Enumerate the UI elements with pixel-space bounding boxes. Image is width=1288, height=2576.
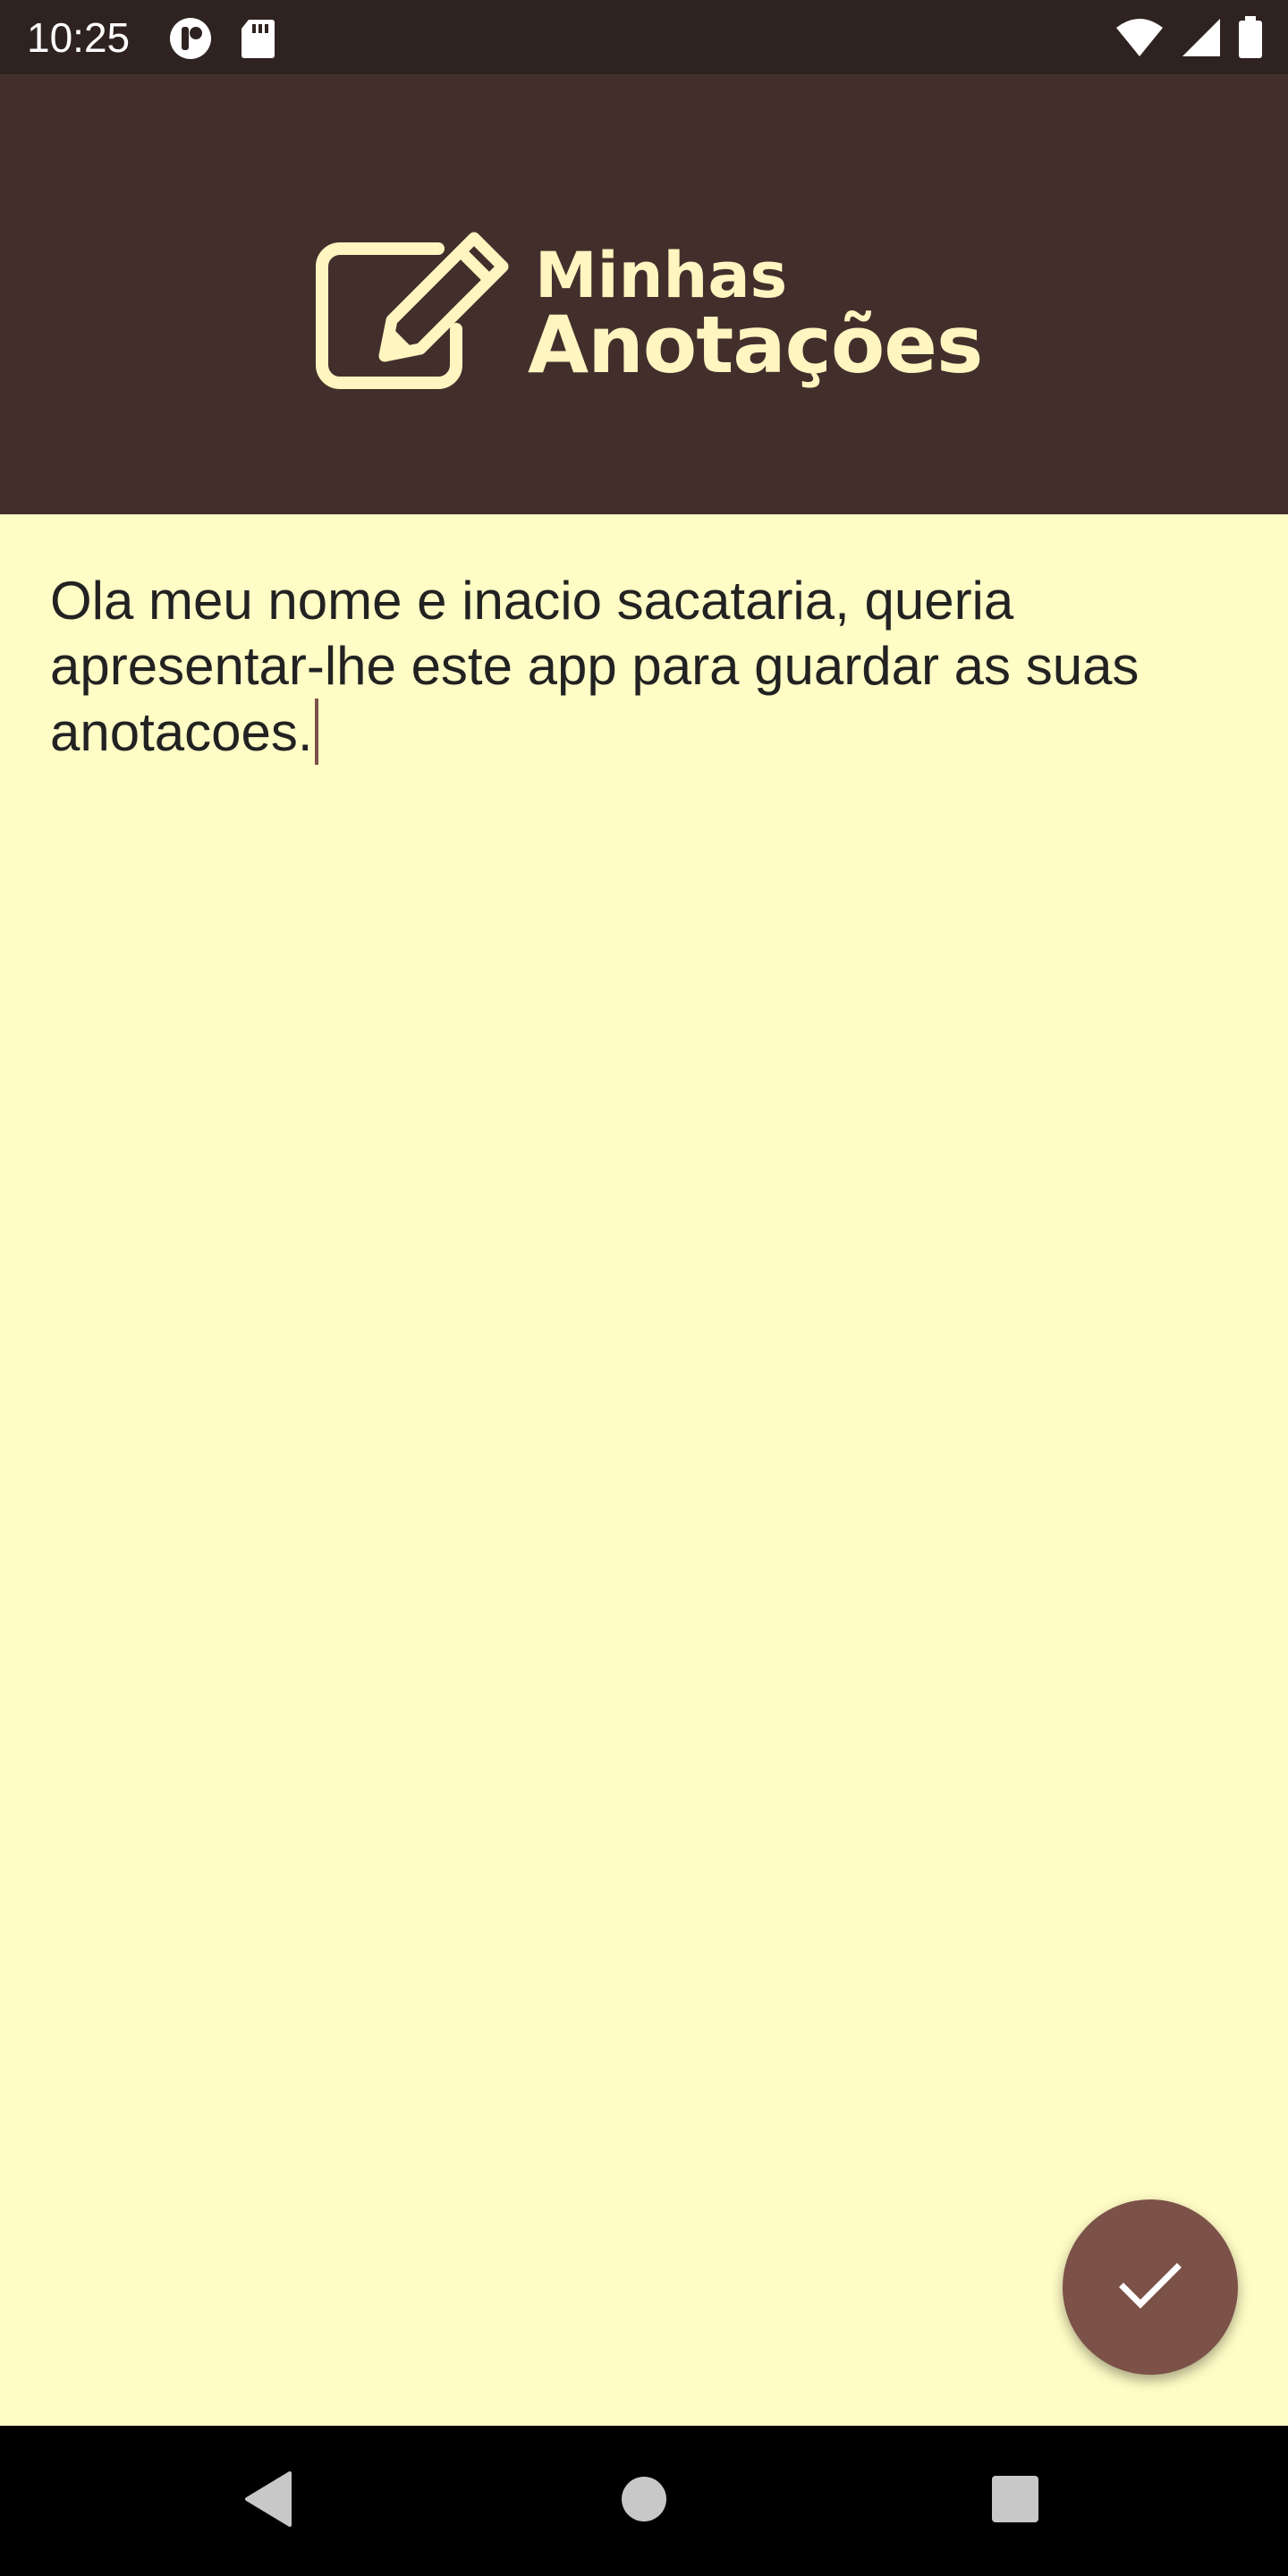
note-input[interactable]: Ola meu nome e inacio sacataria, queria …	[50, 568, 1240, 765]
sd-card-icon	[240, 18, 275, 64]
note-text: Ola meu nome e inacio sacataria, queria …	[50, 571, 1140, 762]
recents-button[interactable]	[970, 2456, 1060, 2546]
status-left-icons	[168, 16, 275, 65]
edit-note-icon	[304, 204, 528, 419]
battery-icon	[1238, 16, 1263, 64]
status-time: 10:25	[27, 14, 131, 61]
back-button[interactable]	[224, 2456, 313, 2546]
navigation-bar	[0, 2426, 1288, 2576]
recents-icon	[991, 2475, 1039, 2528]
signal-icon	[1181, 17, 1222, 63]
home-button[interactable]	[599, 2456, 689, 2546]
logo-title-line2: Anotações	[528, 299, 983, 391]
save-note-button[interactable]	[1063, 2199, 1238, 2375]
check-icon	[1119, 2260, 1182, 2315]
status-bar: 10:25	[0, 0, 1288, 74]
back-icon	[243, 2470, 293, 2531]
status-right-icons	[1114, 16, 1263, 64]
text-cursor	[314, 699, 318, 765]
app-bar: Minhas Anotações	[0, 74, 1288, 514]
screen: 10:25 Minhas Anotações Ola meu nome e in…	[0, 0, 1288, 2576]
app-logo: Minhas Anotações	[304, 204, 984, 419]
notification-app-icon	[168, 16, 213, 65]
home-icon	[620, 2475, 668, 2528]
wifi-icon	[1114, 17, 1165, 63]
note-editor[interactable]: Ola meu nome e inacio sacataria, queria …	[0, 514, 1288, 2426]
